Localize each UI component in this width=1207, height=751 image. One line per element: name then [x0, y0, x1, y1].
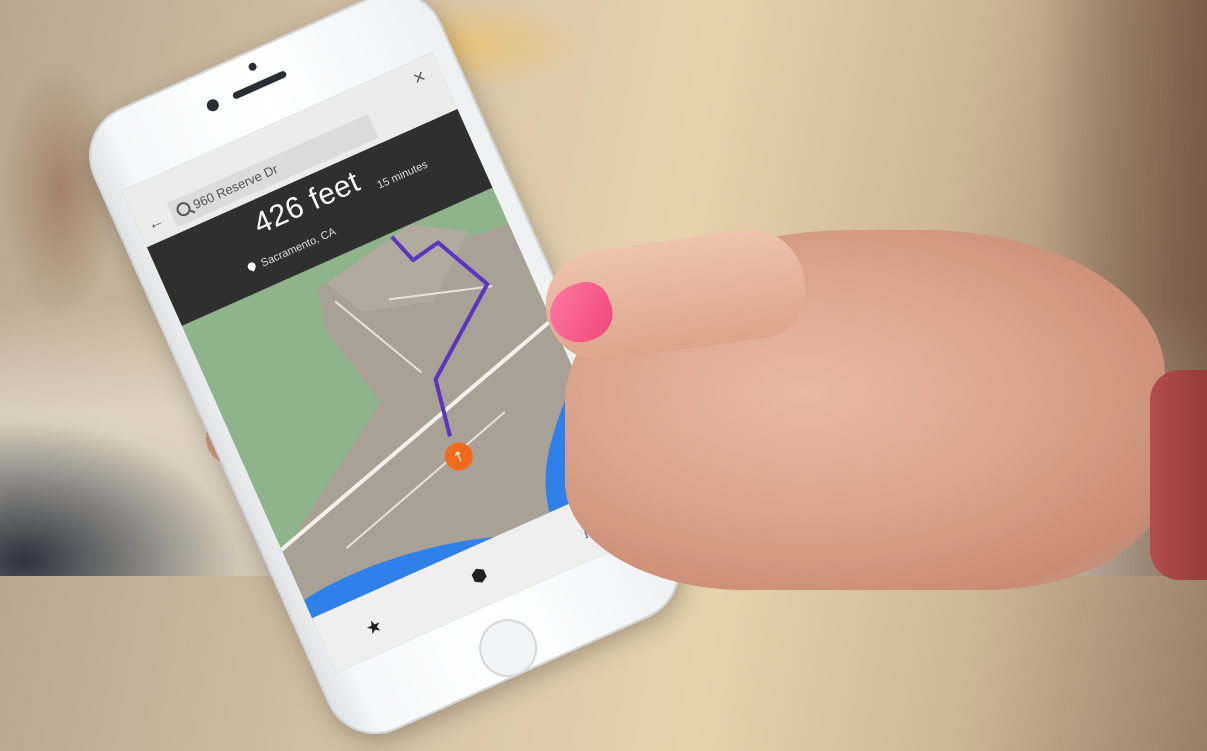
proximity-sensor — [247, 61, 258, 73]
duration-readout: 15 minutes — [375, 158, 430, 192]
location-pin-icon — [246, 261, 257, 272]
close-button[interactable]: × — [404, 62, 436, 94]
earpiece-speaker — [231, 69, 288, 100]
background-dark-corner — [0, 420, 240, 576]
phone-screen: × ← 960 Reserve Dr 426 feet 15 minutes S… — [121, 52, 648, 674]
back-button[interactable]: ← — [145, 210, 171, 236]
search-icon — [174, 199, 193, 219]
home-button[interactable] — [469, 609, 547, 687]
front-camera — [204, 97, 221, 114]
star-icon[interactable]: ★ — [354, 607, 394, 647]
sleeve — [1150, 370, 1207, 580]
